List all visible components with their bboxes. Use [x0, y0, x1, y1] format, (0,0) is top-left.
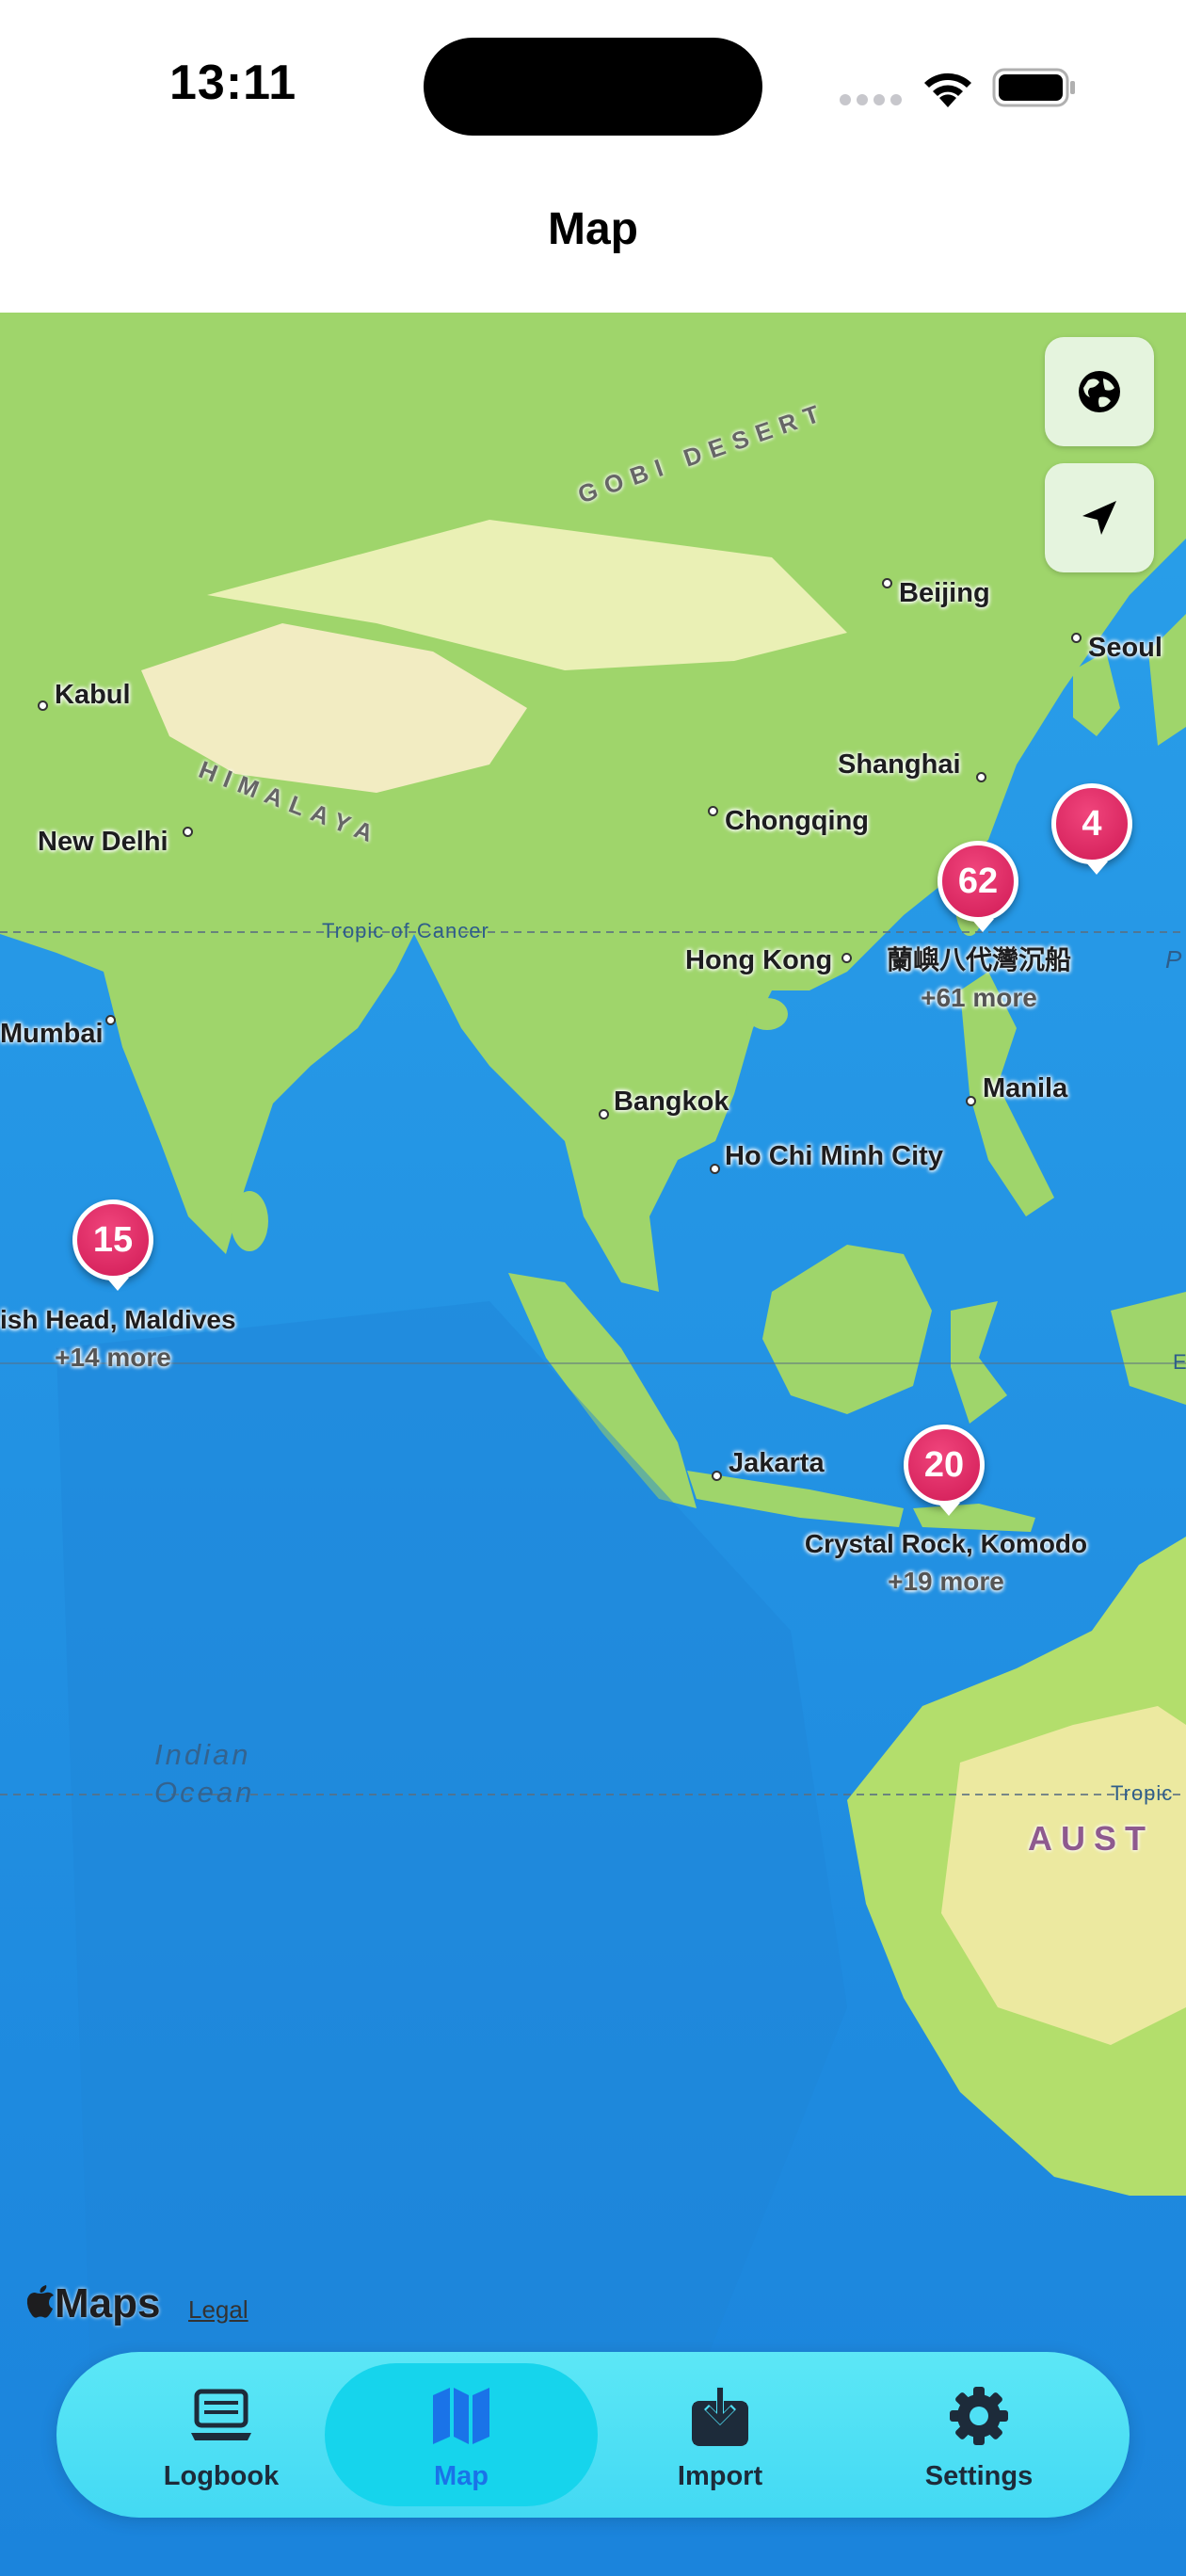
map-icon [433, 2388, 489, 2444]
ocean-label: Indian Ocean [154, 1738, 255, 1809]
city-label[interactable]: Mumbai [0, 1019, 104, 1050]
globe-button[interactable] [1045, 337, 1154, 446]
tab-settings[interactable]: Settings [842, 2363, 1115, 2506]
city-label[interactable]: Bangkok [614, 1087, 729, 1118]
city-marker [710, 1164, 720, 1174]
cluster-label[interactable]: 蘭嶼八代灣沉船 +61 more [828, 942, 1130, 1017]
status-time: 13:11 [169, 56, 297, 110]
tab-logbook[interactable]: Logbook [85, 2363, 358, 2506]
apple-logo-icon [26, 2285, 54, 2318]
edge-label: P [1165, 945, 1183, 974]
dive-cluster-pin[interactable]: 20 [904, 1425, 985, 1516]
wifi-icon [924, 72, 971, 107]
tab-label: Import [677, 2461, 763, 2491]
city-marker [599, 1109, 609, 1119]
city-label[interactable]: Ho Chi Minh City [725, 1141, 943, 1172]
tropic-label: Tropic of Cancer [322, 919, 489, 942]
dive-cluster-pin[interactable]: 15 [72, 1199, 153, 1291]
city-marker [38, 700, 48, 711]
location-arrow-icon [1082, 501, 1116, 535]
city-label[interactable]: Hong Kong [685, 945, 832, 976]
tab-import[interactable]: Import [584, 2363, 857, 2506]
laptop-icon [191, 2389, 251, 2440]
city-marker [712, 1471, 722, 1481]
dynamic-island [424, 38, 762, 136]
gear-icon [950, 2387, 1008, 2445]
apple-maps-logo: Maps [26, 2280, 160, 2327]
dive-cluster-pin[interactable]: 4 [1051, 783, 1132, 875]
city-label[interactable]: Seoul [1088, 633, 1162, 664]
city-marker [708, 806, 718, 816]
battery-icon [992, 68, 1075, 107]
tab-map[interactable]: Map [325, 2363, 598, 2506]
city-label[interactable]: Chongqing [725, 806, 869, 837]
city-label[interactable]: New Delhi [38, 827, 168, 858]
city-marker [966, 1096, 976, 1106]
tab-label: Logbook [163, 2461, 280, 2491]
city-marker [105, 1015, 116, 1025]
city-label[interactable]: Manila [983, 1073, 1067, 1104]
tab-bar: Logbook Map Import Settings [56, 2352, 1130, 2518]
city-label[interactable]: Beijing [899, 578, 990, 609]
dive-cluster-pin[interactable]: 62 [938, 841, 1018, 932]
tropic-label: Tropic [1111, 1781, 1174, 1805]
edge-label: E [1173, 1350, 1186, 1374]
legal-link[interactable]: Legal [188, 2295, 248, 2325]
current-location-button[interactable] [1045, 463, 1154, 572]
city-label[interactable]: Jakarta [729, 1448, 825, 1479]
city-label[interactable]: Kabul [55, 680, 131, 711]
globe-icon [1079, 371, 1120, 412]
tab-label: Map [434, 2461, 489, 2491]
city-label[interactable]: Shanghai [838, 749, 961, 781]
page-title: Map [548, 204, 638, 254]
region-label-australia: AUST [1028, 1819, 1154, 1858]
import-icon [692, 2386, 748, 2446]
city-marker [882, 578, 892, 588]
navigation-bar: Map [0, 169, 1186, 313]
map-view[interactable]: GOBI DESERT HIMALAYA AUST Tropic of Canc… [0, 313, 1186, 2576]
status-bar: 13:11 [0, 0, 1186, 169]
city-marker [183, 827, 193, 837]
tab-label: Settings [924, 2461, 1034, 2491]
cluster-label[interactable]: Crystal Rock, Komodo +19 more [791, 1525, 1101, 1601]
cluster-label[interactable]: ish Head, Maldives +14 more [0, 1301, 236, 1377]
map-terrain [0, 313, 1186, 2576]
city-marker [976, 772, 986, 782]
cellular-signal-icon [840, 94, 902, 105]
city-marker [1071, 633, 1082, 643]
